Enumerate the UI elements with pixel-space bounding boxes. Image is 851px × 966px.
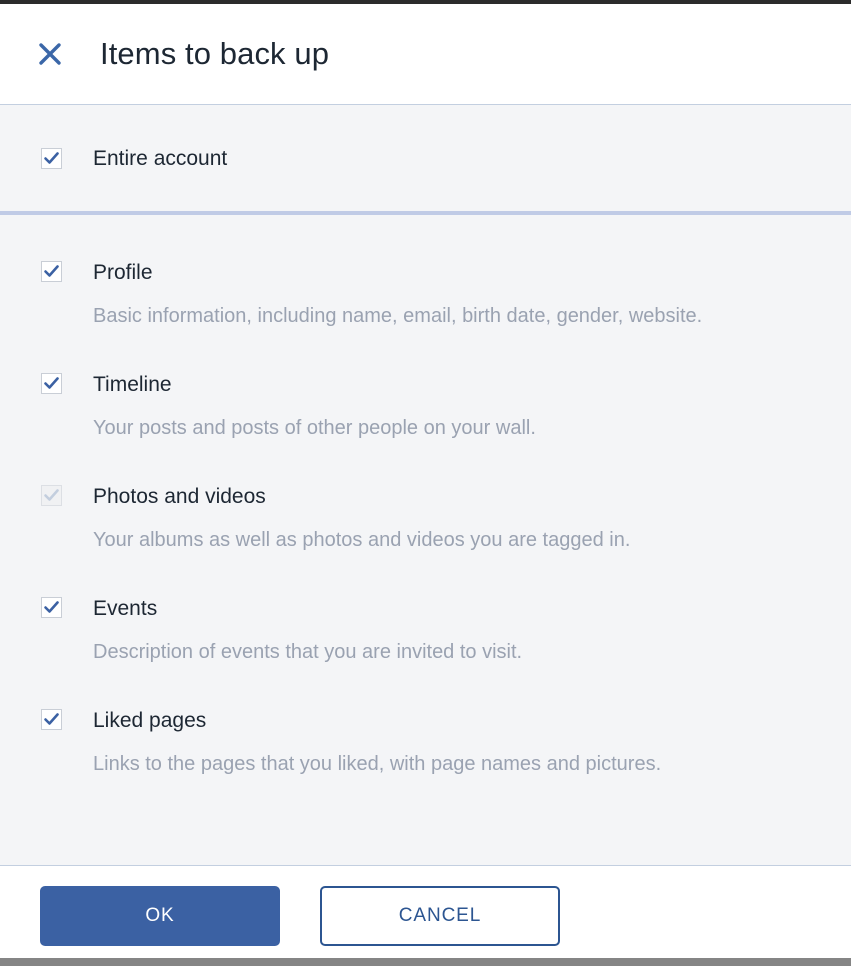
list-item-liked-pages[interactable]: Liked pages Links to the pages that you … [0, 708, 851, 776]
item-texts: Photos and videos Your albums as well as… [93, 484, 630, 552]
checkmark-icon [44, 377, 59, 389]
item-texts: Events Description of events that you ar… [93, 596, 522, 664]
items-to-back-up-dialog: Items to back up Entire account Profile … [0, 0, 851, 966]
item-texts: Timeline Your posts and posts of other p… [93, 372, 536, 440]
checkmark-icon [44, 152, 59, 164]
list-item-label: Timeline [93, 373, 172, 396]
list-item-label: Entire account [93, 146, 228, 170]
close-icon[interactable] [37, 41, 63, 67]
dialog-header: Items to back up [0, 4, 851, 105]
ok-button[interactable]: OK [40, 886, 280, 946]
dialog-footer: OK CANCEL [0, 865, 851, 966]
checkmark-icon [44, 489, 59, 501]
checkmark-icon [44, 265, 59, 277]
list-item-profile[interactable]: Profile Basic information, including nam… [0, 260, 851, 328]
list-item-entire-account[interactable]: Entire account [0, 105, 851, 211]
checkmark-icon [44, 713, 59, 725]
list-item-description: Your albums as well as photos and videos… [93, 529, 631, 551]
list-item-photos-and-videos[interactable]: Photos and videos Your albums as well as… [0, 484, 851, 552]
dialog-body: Entire account Profile Basic information… [0, 105, 851, 865]
list-item-description: Your posts and posts of other people on … [93, 417, 536, 439]
checkmark-icon [44, 601, 59, 613]
backup-items-list: Profile Basic information, including nam… [0, 215, 851, 776]
item-texts: Liked pages Links to the pages that you … [93, 708, 661, 776]
checkbox-photos-and-videos[interactable] [41, 485, 62, 506]
checkbox-entire-account[interactable] [41, 148, 62, 169]
checkbox-events[interactable] [41, 597, 62, 618]
list-item-timeline[interactable]: Timeline Your posts and posts of other p… [0, 372, 851, 440]
checkbox-liked-pages[interactable] [41, 709, 62, 730]
page-title: Items to back up [100, 36, 330, 71]
item-texts: Entire account [93, 146, 227, 171]
cancel-button[interactable]: CANCEL [320, 886, 560, 946]
item-texts: Profile Basic information, including nam… [93, 260, 702, 328]
list-item-description: Links to the pages that you liked, with … [93, 753, 662, 775]
checkbox-timeline[interactable] [41, 373, 62, 394]
list-item-events[interactable]: Events Description of events that you ar… [0, 596, 851, 664]
list-item-label: Liked pages [93, 709, 207, 732]
list-item-label: Photos and videos [93, 485, 266, 508]
list-item-description: Basic information, including name, email… [93, 305, 703, 327]
list-item-label: Profile [93, 261, 153, 284]
window-bottom-strip [0, 958, 851, 966]
list-item-description: Description of events that you are invit… [93, 641, 523, 663]
list-item-label: Events [93, 597, 158, 620]
checkbox-profile[interactable] [41, 261, 62, 282]
